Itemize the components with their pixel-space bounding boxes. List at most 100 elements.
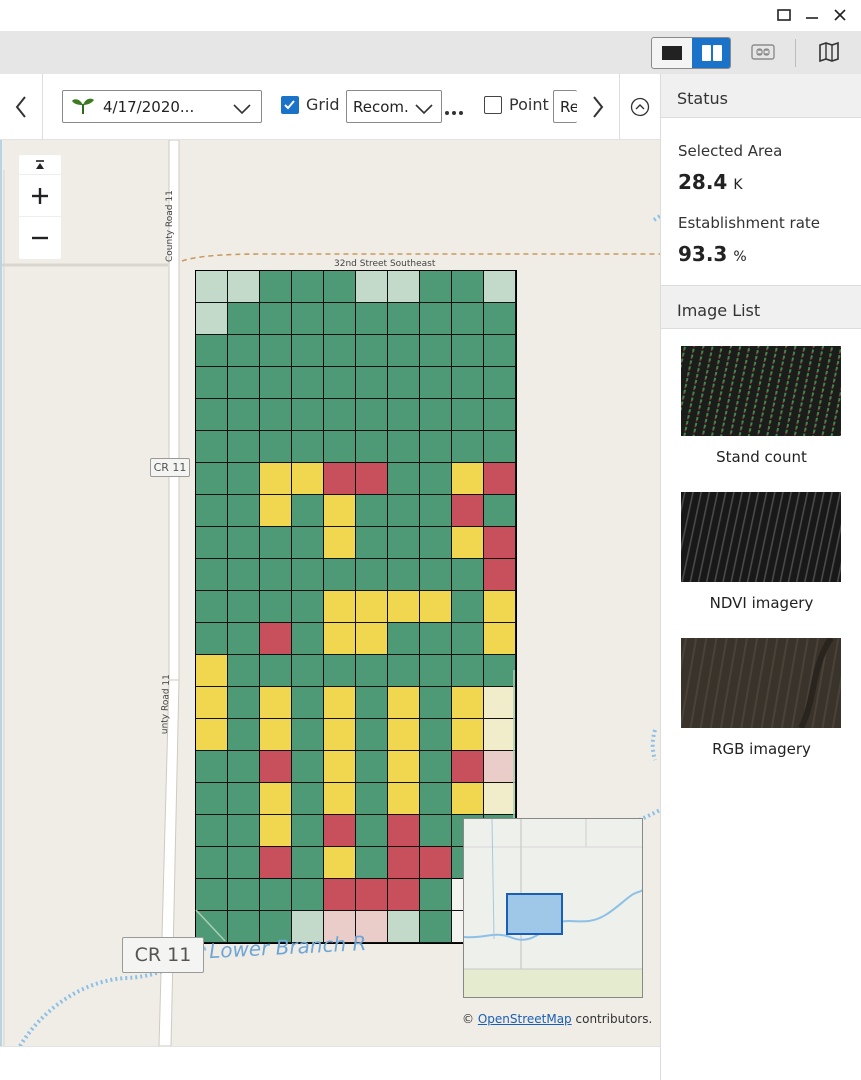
grid-cell[interactable] [388, 431, 420, 463]
grid-cell[interactable] [228, 815, 260, 847]
grid-cell[interactable] [196, 879, 228, 911]
grid-cell[interactable] [356, 687, 388, 719]
grid-cell[interactable] [196, 719, 228, 751]
grid-cell[interactable] [292, 751, 324, 783]
grid-cell[interactable] [388, 879, 420, 911]
grid-cell[interactable] [484, 399, 516, 431]
grid-checkbox[interactable] [281, 96, 299, 114]
grid-cell[interactable] [420, 527, 452, 559]
grid-cell[interactable] [228, 463, 260, 495]
grid-cell[interactable] [196, 751, 228, 783]
grid-cell[interactable] [228, 751, 260, 783]
grid-cell[interactable] [260, 495, 292, 527]
grid-cell[interactable] [388, 367, 420, 399]
grid-cell[interactable] [324, 655, 356, 687]
grid-cell[interactable] [292, 719, 324, 751]
grid-cell[interactable] [260, 623, 292, 655]
grid-cell[interactable] [292, 559, 324, 591]
grid-cell[interactable] [452, 687, 484, 719]
grid-cell[interactable] [292, 847, 324, 879]
grid-cell[interactable] [196, 559, 228, 591]
grid-cell[interactable] [260, 271, 292, 303]
grid-cell[interactable] [388, 399, 420, 431]
grid-cell[interactable] [356, 559, 388, 591]
grid-cell[interactable] [420, 463, 452, 495]
grid-cell[interactable] [196, 399, 228, 431]
grid-cell[interactable] [228, 367, 260, 399]
grid-cell[interactable] [452, 655, 484, 687]
grid-cell[interactable] [356, 271, 388, 303]
grid-cell[interactable] [388, 687, 420, 719]
ndvi-imagery-thumbnail[interactable] [681, 492, 841, 582]
grid-cell[interactable] [324, 271, 356, 303]
grid-cell[interactable] [260, 399, 292, 431]
grid-cell[interactable] [228, 559, 260, 591]
grid-cell[interactable] [484, 623, 516, 655]
grid-cell[interactable] [388, 463, 420, 495]
grid-cell[interactable] [260, 815, 292, 847]
grid-cell[interactable] [228, 335, 260, 367]
grid-cell[interactable] [260, 463, 292, 495]
grid-cell[interactable] [356, 591, 388, 623]
grid-cell[interactable] [452, 367, 484, 399]
grid-cell[interactable] [452, 591, 484, 623]
grid-cell[interactable] [420, 495, 452, 527]
overview-minimap[interactable] [463, 818, 643, 998]
grid-cell[interactable] [228, 591, 260, 623]
grid-cell[interactable] [356, 815, 388, 847]
grid-cell[interactable] [420, 783, 452, 815]
map-book-icon[interactable] [816, 39, 842, 65]
grid-cell[interactable] [324, 431, 356, 463]
split-view-button[interactable] [692, 38, 730, 68]
grid-cell[interactable] [388, 655, 420, 687]
grid-cell[interactable] [388, 271, 420, 303]
grid-cell[interactable] [356, 303, 388, 335]
grid-cell[interactable] [324, 719, 356, 751]
grid-cell[interactable] [420, 847, 452, 879]
grid-cell[interactable] [292, 815, 324, 847]
grid-cell[interactable] [324, 335, 356, 367]
grid-cell[interactable] [260, 719, 292, 751]
grid-cell[interactable] [324, 751, 356, 783]
grid-cell[interactable] [324, 303, 356, 335]
grid-cell[interactable] [228, 431, 260, 463]
grid-cell[interactable] [452, 559, 484, 591]
grid-cell[interactable] [420, 719, 452, 751]
previous-button[interactable] [0, 74, 42, 140]
grid-cell[interactable] [260, 367, 292, 399]
grid-cell[interactable] [196, 335, 228, 367]
grid-cell[interactable] [420, 911, 452, 943]
grid-cell[interactable] [292, 623, 324, 655]
grid-cell[interactable] [420, 367, 452, 399]
grid-cell[interactable] [292, 271, 324, 303]
grid-cell[interactable] [324, 623, 356, 655]
grid-cell[interactable] [292, 463, 324, 495]
grid-cell[interactable] [356, 431, 388, 463]
grid-cell[interactable] [196, 367, 228, 399]
openstreetmap-link[interactable]: OpenStreetMap [478, 1012, 572, 1026]
grid-cell[interactable] [196, 463, 228, 495]
close-icon[interactable] [830, 5, 850, 25]
grid-cell[interactable] [324, 783, 356, 815]
grid-cell[interactable] [388, 719, 420, 751]
grid-cell[interactable] [388, 911, 420, 943]
grid-cell[interactable] [388, 527, 420, 559]
grid-cell[interactable] [356, 879, 388, 911]
grid-cell[interactable] [260, 879, 292, 911]
grid-cell[interactable] [452, 399, 484, 431]
zoom-out-button[interactable] [19, 217, 61, 259]
stand-count-thumbnail[interactable] [681, 346, 841, 436]
grid-cell[interactable] [484, 367, 516, 399]
grid-cell[interactable] [228, 847, 260, 879]
grid-cell[interactable] [196, 815, 228, 847]
point-checkbox[interactable] [484, 96, 502, 114]
grid-cell[interactable] [324, 399, 356, 431]
grid-cell[interactable] [388, 495, 420, 527]
date-select[interactable]: 4/17/2020... [62, 90, 262, 123]
grid-cell[interactable] [420, 687, 452, 719]
grid-cell[interactable] [292, 495, 324, 527]
grid-cell[interactable] [484, 463, 516, 495]
grid-cell[interactable] [452, 463, 484, 495]
maximize-icon[interactable] [774, 5, 794, 25]
grid-cell[interactable] [324, 847, 356, 879]
